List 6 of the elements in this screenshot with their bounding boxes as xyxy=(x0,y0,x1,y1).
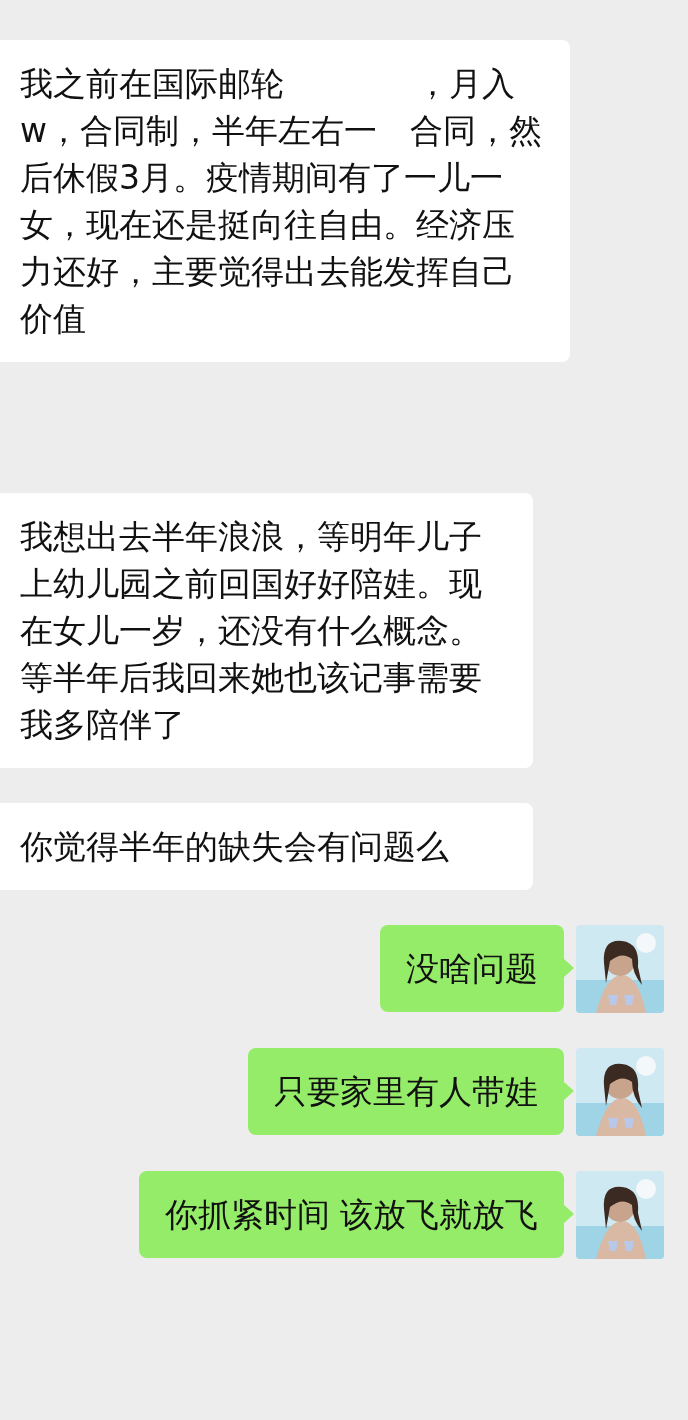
message-text: 你觉得半年的缺失会有问题么 xyxy=(20,826,450,868)
message-text: 你抓紧时间 该放飞就放飞 xyxy=(164,1194,538,1236)
message-text: 我想出去半年浪浪，等明年儿子上幼儿园之前回国好好陪娃。现在女儿一岁，还没有什么概念。等半年后我回来她也该记事需要我多陪伴了 xyxy=(20,516,483,746)
message-text: 我之前在国际邮轮 ，月入 w，合同制，半年左右一 合同，然后休假3月。疫情期间有了一儿一女，现在还是挺向往自由。经济压力还好，主要觉得出去能发挥自己价值 xyxy=(20,63,543,340)
message-text: 只要家里有人带娃 xyxy=(274,1071,538,1113)
message-text: 没啥问题 xyxy=(406,948,538,990)
